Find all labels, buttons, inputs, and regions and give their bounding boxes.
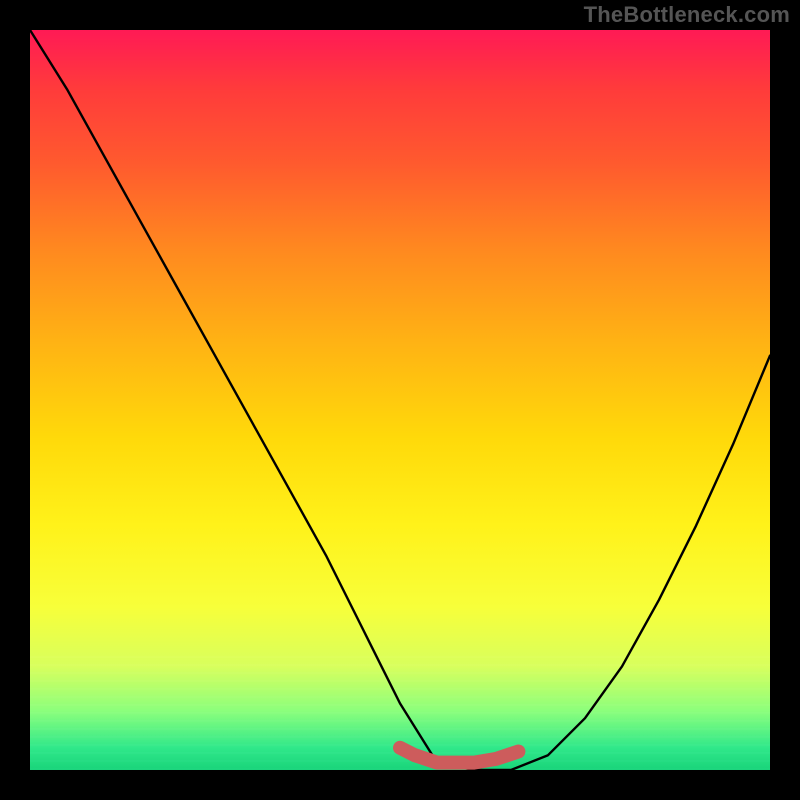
watermark-text: TheBottleneck.com (584, 2, 790, 28)
plot-area (30, 30, 770, 770)
main-curve (30, 30, 770, 770)
curve-layer (30, 30, 770, 770)
trough-marker (400, 748, 518, 763)
chart-frame: TheBottleneck.com (0, 0, 800, 800)
